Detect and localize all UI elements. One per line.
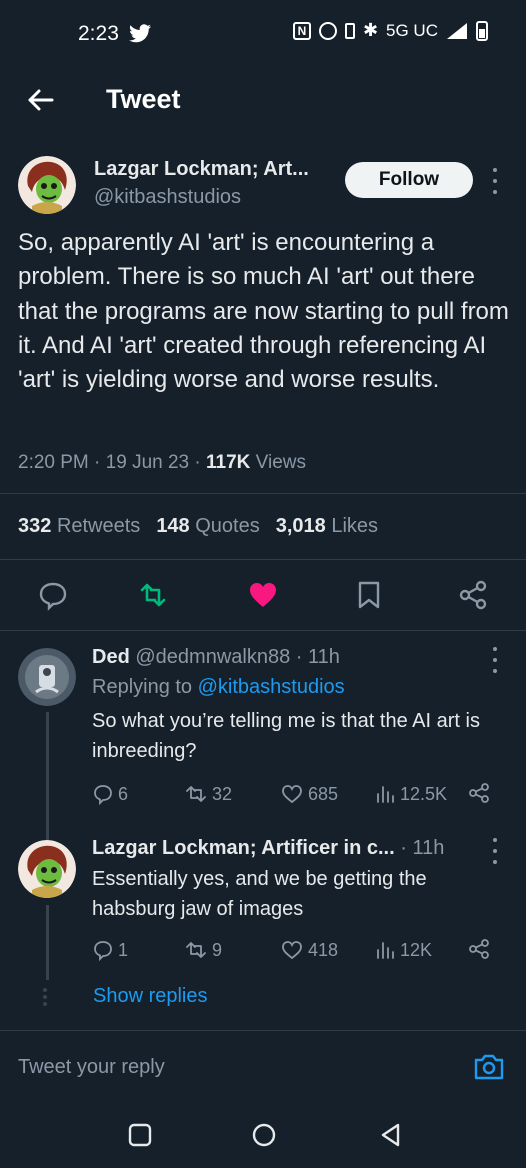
reply-likes-count: 685 <box>308 783 339 804</box>
thread-line <box>46 712 49 840</box>
reply-input[interactable]: Tweet your reply <box>18 1056 165 1079</box>
reply-replies[interactable]: 6 <box>92 783 128 805</box>
reply-views-count: 12K <box>400 939 433 960</box>
reply-retweets[interactable]: 32 <box>184 783 232 805</box>
tweet-stats: 332 Retweets 148 Quotes 3,018 Likes <box>18 515 378 538</box>
tweet-meta: 2:20 PM · 19 Jun 23 · 117K Views <box>18 452 307 473</box>
share-icon[interactable] <box>456 578 490 612</box>
views-chart-icon <box>377 942 394 959</box>
retweets-count: 332 <box>18 515 52 537</box>
vibrate-icon <box>344 22 355 39</box>
quotes-label: Quotes <box>195 515 260 537</box>
retweets-label: Retweets <box>56 515 141 537</box>
retweet-icon <box>186 786 206 802</box>
views-chart-icon <box>377 786 394 803</box>
reply-text: Essentially yes, and we be getting the h… <box>92 868 427 920</box>
camera-icon[interactable] <box>472 1050 506 1084</box>
back-button[interactable] <box>376 1120 406 1150</box>
page-title: Tweet <box>106 84 181 114</box>
follow-button[interactable]: Follow <box>345 162 473 198</box>
quotes-count: 148 <box>156 515 190 537</box>
reply-author-name[interactable]: Lazgar Lockman; Artificer in c... <box>92 837 395 859</box>
reply-likes[interactable]: 418 <box>280 939 338 961</box>
share-icon[interactable] <box>468 782 490 804</box>
replying-to-line: Replying to @kitbashstudios <box>92 676 345 699</box>
reply-replies-count: 6 <box>118 783 129 804</box>
reply-header: Lazgar Lockman; Artificer in c... · 11h <box>92 837 445 859</box>
reply-retweets-count: 32 <box>212 783 233 804</box>
reply-views-count: 12.5K <box>400 783 448 804</box>
retweets-stat[interactable]: 332 Retweets <box>18 515 140 538</box>
retweet-icon <box>186 942 206 958</box>
author-handle[interactable]: @kitbashstudios <box>94 186 241 209</box>
author-name[interactable]: Lazgar Lockman; Art... <box>94 158 309 181</box>
divider <box>0 1030 526 1031</box>
retweet-icon[interactable] <box>136 578 170 612</box>
reply-author-name[interactable]: Ded <box>92 646 130 668</box>
likes-count: 3,018 <box>275 515 326 537</box>
reply-author-handle[interactable]: @dedmnwalkn88 <box>135 646 290 668</box>
back-arrow-icon[interactable] <box>22 82 62 118</box>
bookmark-icon[interactable] <box>352 578 386 612</box>
reply-replies-count: 1 <box>118 939 129 960</box>
reply-avatar[interactable] <box>18 648 76 706</box>
bluetooth-icon: ✱ <box>362 20 379 40</box>
reply-more-options-icon[interactable] <box>488 647 502 673</box>
thread-dots <box>43 988 47 1006</box>
reply-actions: 6 32 685 12.5K <box>92 782 512 806</box>
status-time: 2:23 <box>78 22 119 45</box>
divider <box>0 493 526 494</box>
show-replies-link[interactable]: Show replies <box>93 985 208 1008</box>
recents-button[interactable] <box>125 1120 155 1150</box>
square-icon <box>128 1123 152 1147</box>
reply-text: So what you’re telling me is that the AI… <box>92 710 480 762</box>
reply-icon <box>94 941 112 961</box>
replying-to-prefix: Replying to <box>92 676 193 698</box>
reply-actions: 1 9 418 12K <box>92 938 512 962</box>
reply-likes[interactable]: 685 <box>280 783 338 805</box>
twitter-bird-icon <box>129 24 151 43</box>
reply-views[interactable]: 12K <box>374 939 432 961</box>
likes-label: Likes <box>331 515 379 537</box>
triangle-back-icon <box>381 1123 400 1147</box>
like-heart-icon <box>282 785 302 804</box>
reply-header: Ded @dedmnwalkn88 · 11h <box>92 646 340 668</box>
reply-icon <box>94 785 112 805</box>
network-label: 5G UC <box>386 20 438 40</box>
tweet-text: So, apparently AI 'art' is encountering … <box>18 229 509 394</box>
divider <box>0 559 526 560</box>
reply-more-options-icon[interactable] <box>488 838 502 864</box>
home-button[interactable] <box>249 1120 279 1150</box>
alarm-icon <box>318 21 337 40</box>
divider <box>0 630 526 631</box>
status-bar: 2:23 N ✱ 5G UC <box>0 0 526 70</box>
views-count: 117K <box>206 452 251 473</box>
circle-icon <box>252 1123 276 1147</box>
reply-likes-count: 418 <box>308 939 339 960</box>
share-icon[interactable] <box>468 938 490 960</box>
more-options-icon[interactable] <box>488 168 502 194</box>
thread-line <box>46 905 49 980</box>
author-avatar[interactable] <box>18 156 76 214</box>
reply-icon[interactable] <box>36 578 70 612</box>
like-heart-icon <box>282 941 302 960</box>
reply-age: 11h <box>412 837 445 859</box>
reply-avatar[interactable] <box>18 840 76 898</box>
reply-replies[interactable]: 1 <box>92 939 128 961</box>
likes-stat[interactable]: 3,018 Likes <box>276 515 378 538</box>
tweet-date: 19 Jun 23 <box>105 452 190 473</box>
quotes-stat[interactable]: 148 Quotes <box>156 515 259 538</box>
reply-views[interactable]: 12.5K <box>374 783 447 805</box>
reply-retweets-count: 9 <box>212 939 223 960</box>
nfc-icon: N <box>292 21 311 40</box>
like-heart-icon[interactable] <box>246 578 280 612</box>
reply-age: 11h <box>308 646 340 668</box>
status-icons: N ✱ 5G UC <box>292 20 488 41</box>
views-label: Views <box>255 452 307 473</box>
reply-retweets[interactable]: 9 <box>184 939 222 961</box>
signal-icon <box>447 22 467 39</box>
tweet-time: 2:20 PM <box>18 452 89 473</box>
replying-to-link[interactable]: @kitbashstudios <box>198 676 345 698</box>
battery-icon <box>476 20 488 41</box>
